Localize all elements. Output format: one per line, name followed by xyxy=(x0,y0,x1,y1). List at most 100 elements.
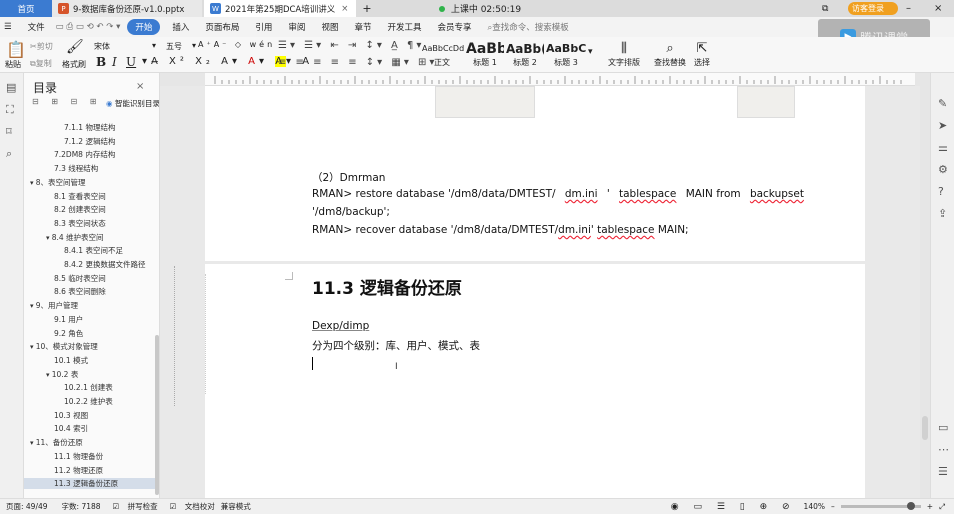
paste-button[interactable]: 粘贴 xyxy=(5,59,21,70)
style-h2[interactable]: AaBb(标题 2 xyxy=(506,41,544,68)
toc-item[interactable]: ▾ 9、用户管理 xyxy=(30,300,78,311)
paste-icon[interactable]: 📋 xyxy=(6,40,26,59)
quick-access-icons[interactable]: ▭ ⎙ ▭ ⟲ ↶ ↷ ▾ xyxy=(53,22,124,32)
toc-item[interactable]: 8.2 创建表空间 xyxy=(54,204,106,215)
menu-dev-tools[interactable]: 开发工具 xyxy=(379,21,429,33)
toc-item-label: 8.4 维护表空间 xyxy=(51,232,104,242)
toc-item[interactable]: 8.6 表空间删除 xyxy=(54,286,106,297)
visitor-login-button[interactable]: 访客登录 xyxy=(848,2,898,15)
style-h3[interactable]: AaBbC(标题 3 xyxy=(546,41,586,68)
view-mode-icons[interactable]: ◉ ▭ ☰ ▯ ⊕ ⊘ xyxy=(671,502,796,512)
zoom-level: 140% xyxy=(803,502,825,511)
tab-pptx[interactable]: P 9-数据库备份还原-v1.0.pptx xyxy=(52,0,202,17)
underline-button[interactable]: U xyxy=(126,55,136,69)
toc-item[interactable]: 10.2.2 维护表 xyxy=(64,396,113,407)
toc-item[interactable]: 10.4 索引 xyxy=(54,423,88,434)
doc-proof[interactable]: ☑ 文档校对 xyxy=(164,501,215,512)
bold-button[interactable]: B xyxy=(96,55,106,69)
toc-item[interactable]: 9.1 用户 xyxy=(54,314,83,325)
toc-item[interactable]: 8.4.1 表空间不足 xyxy=(64,245,123,256)
menu-member[interactable]: 会员专享 xyxy=(429,21,479,33)
share-icon[interactable]: ⇪ xyxy=(938,207,947,220)
toc-item[interactable]: 8.4.2 更换数据文件路径 xyxy=(64,259,145,270)
toc-item[interactable]: 11.2 物理还原 xyxy=(54,465,103,476)
italic-button[interactable]: I xyxy=(112,55,117,69)
toc-item[interactable]: ▾ 10、模式对象管理 xyxy=(30,341,98,352)
menu-start[interactable]: 开始 xyxy=(127,19,161,35)
text-layout-button[interactable]: ⫼ 文字排版 xyxy=(604,41,644,68)
toc-item[interactable]: 7.1.2 逻辑结构 xyxy=(64,136,115,147)
font-size-buttons[interactable]: A⁺A⁻ ◇ wén xyxy=(198,40,275,49)
toc-item[interactable]: 10.1 模式 xyxy=(54,355,88,366)
toc-item[interactable]: ▾ 8、表空间管理 xyxy=(30,177,86,188)
style-normal[interactable]: AaBbCcDd 正文 xyxy=(422,41,464,68)
new-tab-button[interactable]: + xyxy=(360,0,374,17)
toc-scrollbar[interactable] xyxy=(155,335,159,495)
window-count-icon[interactable]: ⧉ xyxy=(822,0,836,17)
cut-button[interactable]: ✂剪切 xyxy=(30,41,53,52)
align-buttons[interactable]: ≡ ≡ ≡ ≡ ≡ ↕▾ ▦▾ ⊞▾ xyxy=(278,57,437,68)
format-painter-button[interactable]: 格式刷 xyxy=(62,59,86,70)
minimize-icon[interactable]: – xyxy=(906,0,920,17)
more-icon[interactable]: ⋯ xyxy=(938,443,949,456)
bookmark-icon[interactable]: ⌑ xyxy=(6,125,12,138)
menu-layout[interactable]: 页面布局 xyxy=(197,21,247,33)
menu-view[interactable]: 视图 xyxy=(313,21,346,33)
document-scrollbar[interactable] xyxy=(922,416,928,440)
tab-home[interactable]: 首页 xyxy=(0,0,52,17)
tab-doc[interactable]: W 2021年第25期DCA培训讲义 × xyxy=(204,0,356,17)
toc-item[interactable]: 11.1 物理备份 xyxy=(54,451,103,462)
font-select[interactable]: 宋体 ▾ xyxy=(94,41,156,52)
toc-item[interactable]: 7.2DM8 内存结构 xyxy=(54,149,115,160)
toc-item[interactable]: 7.1.1 物理结构 xyxy=(64,122,115,133)
pointer-icon[interactable]: ➤ xyxy=(938,119,947,132)
doc-para-levels[interactable]: 分为四个级别：库、用户、模式、表 xyxy=(312,338,480,353)
toc-item[interactable]: 7.3 线程结构 xyxy=(54,163,98,174)
select-button[interactable]: ⇱ 选择 xyxy=(690,41,714,68)
format-painter-icon[interactable]: 🖌 xyxy=(66,39,84,55)
close-icon[interactable]: × xyxy=(136,81,144,92)
menu-review[interactable]: 审阅 xyxy=(280,21,313,33)
copy-button[interactable]: ⧉复制 xyxy=(30,58,52,69)
spell-check[interactable]: ☑ 拼写检查 xyxy=(107,501,158,512)
zoom-out-icon[interactable]: – xyxy=(831,502,835,511)
help-icon[interactable]: ? xyxy=(938,185,944,198)
menu-chapter[interactable]: 章节 xyxy=(346,21,379,33)
toc-item[interactable]: 10.3 视图 xyxy=(54,410,88,421)
zoom-slider-thumb[interactable] xyxy=(906,502,915,510)
styles-expand-icon[interactable]: ▾ xyxy=(588,47,593,57)
smart-toc-button[interactable]: ◉ 智能识别目录 xyxy=(106,98,159,109)
list-icon[interactable]: ☰ xyxy=(938,465,948,478)
toc-item[interactable]: 11.3 逻辑备份还原 xyxy=(24,478,159,490)
toc-item[interactable]: ▾ 10.2 表 xyxy=(46,369,78,380)
paragraph-buttons[interactable]: ☰▾ ☰▾ ⇤ ⇥ ↕▾ A̲ ¶▾ xyxy=(278,40,424,51)
sliders-icon[interactable]: ⚌ xyxy=(938,141,948,154)
menu-file[interactable]: 文件 xyxy=(20,21,53,33)
panel-toggle-icon[interactable]: ▭ xyxy=(938,421,948,434)
size-select[interactable]: 五号 ▾ xyxy=(166,41,196,52)
zoom-in-icon[interactable]: + xyxy=(927,502,933,511)
close-icon[interactable]: × xyxy=(341,4,348,14)
menu-icon[interactable]: ☰ xyxy=(0,22,20,32)
find-replace-button[interactable]: ⌕ 查找替换 xyxy=(650,41,690,68)
toc-item[interactable]: 8.1 查看表空间 xyxy=(54,191,106,202)
menu-reference[interactable]: 引用 xyxy=(247,21,280,33)
toc-item[interactable]: 8.5 临时表空间 xyxy=(54,273,106,284)
command-search[interactable]: ⌕查找命令、搜索模板 xyxy=(480,21,577,33)
settings-icon[interactable]: ⚙ xyxy=(938,163,948,176)
close-window-icon[interactable]: × xyxy=(934,0,948,17)
style-h1[interactable]: AaBb 标题 1 xyxy=(466,41,504,68)
toc-panel-icon[interactable]: ▤ xyxy=(6,81,16,94)
toc-level-buttons[interactable]: ⊟ ⊞ ⊟ ⊞ xyxy=(32,97,101,106)
toc-item[interactable]: 10.2.1 创建表 xyxy=(64,382,113,393)
zoom-slider[interactable] xyxy=(840,502,921,510)
menu-insert[interactable]: 插入 xyxy=(164,21,197,33)
pen-icon[interactable]: ✎ xyxy=(938,97,947,110)
toc-item[interactable]: ▾ 8.4 维护表空间 xyxy=(46,232,104,243)
search-panel-icon[interactable]: ⌕ xyxy=(6,147,12,161)
toc-item[interactable]: 8.3 表空间状态 xyxy=(54,218,106,229)
fullscreen-icon[interactable]: ⤢ xyxy=(939,502,945,512)
toc-item[interactable]: ▾ 11、备份还原 xyxy=(30,437,83,448)
nav-icon[interactable]: ⛶ xyxy=(6,103,14,117)
toc-item[interactable]: 9.2 角色 xyxy=(54,328,83,339)
